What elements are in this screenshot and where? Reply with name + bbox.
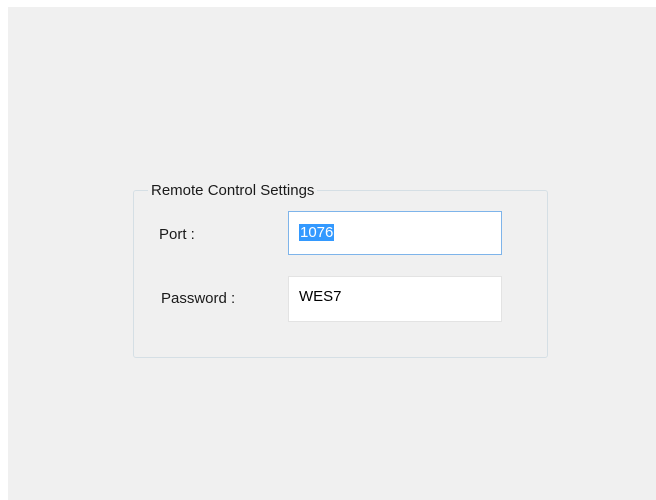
password-value: WES7 [299, 288, 342, 305]
port-input[interactable]: 1076 [288, 211, 502, 255]
password-input[interactable]: WES7 [288, 276, 502, 322]
port-value: 1076 [299, 224, 335, 241]
group-title: Remote Control Settings [148, 181, 318, 201]
password-label: Password : [161, 290, 236, 307]
port-label: Port : [159, 226, 195, 243]
